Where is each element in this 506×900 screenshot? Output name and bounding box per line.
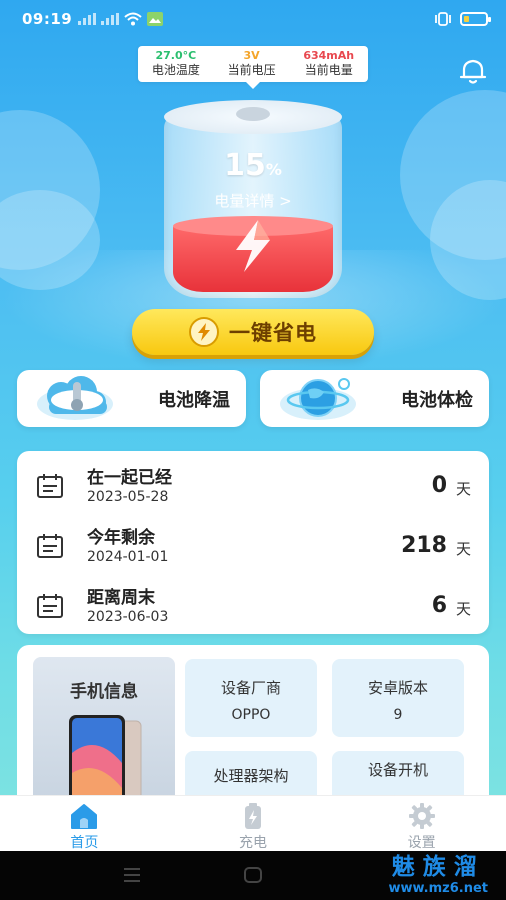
status-bar: 09:19 (0, 0, 506, 38)
countdown-date: 2023-05-28 (87, 489, 169, 505)
battery-percent: 15% (164, 148, 342, 183)
capacity-info: 634mAh 当前电量 (303, 50, 354, 77)
signal-icon (101, 13, 120, 25)
spec-value: 9 (393, 707, 403, 723)
countdown-unit: 天 (455, 480, 471, 498)
watermark-url: www.mz6.net (388, 881, 488, 896)
countdown-card: 在一起已经 2023-05-28 0 天 今年剩余 2024-01-01 218… (17, 451, 489, 634)
charging-battery-icon (245, 803, 261, 829)
home-icon (71, 804, 98, 829)
signal-icon (78, 13, 97, 25)
spec-android-version: 安卓版本 9 (332, 659, 464, 737)
countdown-value: 6 (431, 593, 447, 618)
spec-key: 设备开机 (367, 761, 428, 779)
globe-scan-icon (280, 378, 356, 420)
watermark-text: 魅族溜 (391, 854, 485, 880)
battery-graphic[interactable]: 15% 电量详情 > (164, 100, 342, 300)
temperature-value: 27.0°C (155, 49, 197, 63)
one-key-save-label: 一键省电 (229, 321, 317, 345)
phone-info-title: 手机信息 (70, 682, 138, 702)
spec-manufacturer: 设备厂商 OPPO (185, 659, 317, 737)
bottom-navigation: 首页 充电 设置 (0, 795, 506, 851)
spec-key: 设备厂商 (220, 679, 281, 697)
watermark-logo: 魅族溜 www.mz6.net (388, 854, 488, 896)
wifi-icon (124, 12, 142, 26)
countdown-unit: 天 (455, 600, 471, 618)
voltage-value: 3V (243, 49, 260, 63)
spec-value: OPPO (231, 707, 271, 723)
status-icons (78, 12, 164, 26)
status-right (434, 12, 491, 26)
countdown-row[interactable]: 距离周末 2023-06-03 6 天 (17, 581, 489, 631)
battery-cooling-label: 电池降温 (158, 389, 230, 411)
capacity-value: 634mAh (303, 49, 355, 63)
calendar-icon (37, 594, 63, 618)
nav-home[interactable]: 首页 (0, 796, 169, 851)
app-screen: 09:19 27.0°C 电池温度 3V 当前电压 634mAh 当前电量 15… (0, 0, 506, 900)
nav-settings[interactable]: 设置 (337, 796, 506, 851)
cloud-thermometer-icon (37, 376, 113, 420)
capacity-label: 当前电量 (304, 63, 353, 78)
temperature-info: 27.0°C 电池温度 (152, 50, 200, 77)
battery-checkup-label: 电池体检 (401, 389, 473, 411)
menu-icon[interactable] (122, 867, 142, 883)
nav-settings-label: 设置 (407, 835, 436, 851)
nav-charge[interactable]: 充电 (169, 796, 338, 851)
spec-key: 安卓版本 (367, 679, 428, 697)
one-key-save-button[interactable]: 一键省电 (132, 309, 374, 355)
countdown-row[interactable]: 今年剩余 2024-01-01 218 天 (17, 521, 489, 571)
countdown-date: 2023-06-03 (87, 609, 169, 625)
countdown-unit: 天 (455, 540, 471, 558)
battery-info-panel: 27.0°C 电池温度 3V 当前电压 634mAh 当前电量 (138, 46, 368, 89)
gallery-icon (147, 12, 164, 26)
battery-percent-value: 15 (224, 148, 266, 183)
status-time: 09:19 (22, 10, 73, 28)
countdown-title: 在一起已经 (87, 468, 172, 488)
gear-icon (408, 803, 435, 829)
voltage-info: 3V 当前电压 (228, 50, 276, 77)
battery-cooling-button[interactable]: 电池降温 (17, 370, 246, 427)
battery-status-icon (460, 12, 491, 26)
spec-key: 处理器架构 (213, 767, 289, 785)
calendar-icon (37, 474, 63, 498)
phone-info-banner[interactable]: 手机信息 (33, 657, 175, 817)
battery-percent-sign: % (265, 160, 282, 179)
bell-icon[interactable] (458, 56, 488, 86)
battery-details-link[interactable]: 电量详情 > (164, 190, 342, 211)
voltage-label: 当前电压 (227, 63, 276, 78)
countdown-date: 2024-01-01 (87, 549, 169, 565)
battery-checkup-button[interactable]: 电池体检 (260, 370, 489, 427)
battery-terminal (236, 107, 270, 121)
countdown-value: 218 (401, 533, 447, 558)
lightning-icon (236, 220, 270, 272)
countdown-title: 距离周末 (87, 588, 155, 608)
nav-home-label: 首页 (70, 835, 99, 851)
temperature-label: 电池温度 (151, 63, 200, 78)
countdown-value: 0 (431, 473, 447, 498)
vibrate-icon (435, 12, 451, 26)
lightning-icon (189, 317, 219, 347)
calendar-icon (37, 534, 63, 558)
home-button-icon[interactable] (244, 867, 262, 883)
countdown-title: 今年剩余 (87, 528, 155, 548)
countdown-row[interactable]: 在一起已经 2023-05-28 0 天 (17, 461, 489, 511)
nav-charge-label: 充电 (239, 835, 267, 851)
